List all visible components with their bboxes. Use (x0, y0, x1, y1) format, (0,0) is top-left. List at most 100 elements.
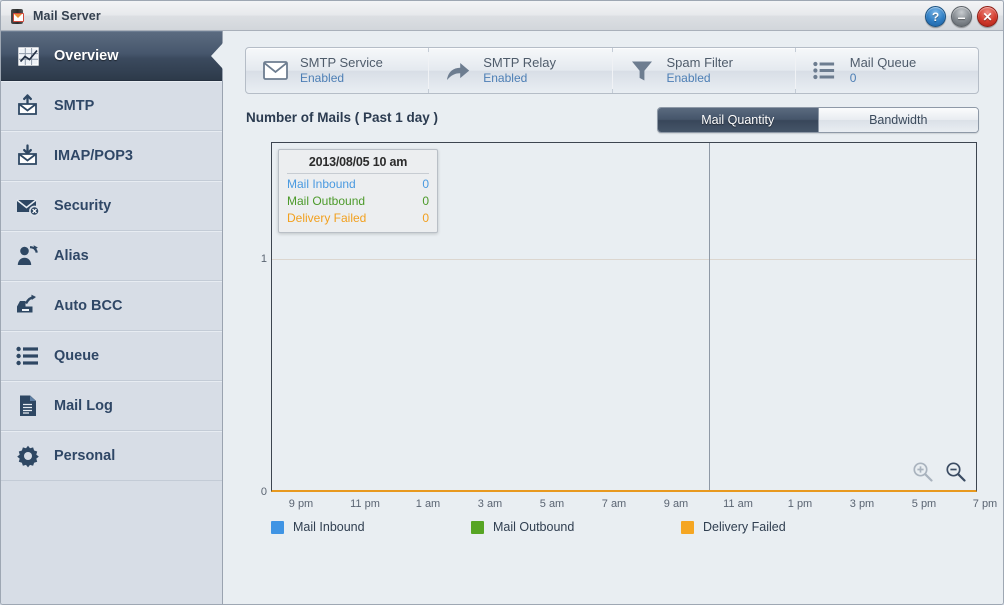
document-icon (15, 393, 41, 419)
sidebar-item-label: Mail Log (54, 397, 113, 414)
status-value: 0 (849, 70, 857, 85)
window-controls: ? – ✕ (925, 6, 998, 27)
sidebar-item-mail-log[interactable]: Mail Log (1, 381, 222, 431)
sidebar-item-alias[interactable]: Alias (1, 231, 222, 281)
x-tick-label: 11 pm (350, 498, 380, 510)
help-icon: ? (931, 9, 940, 24)
tooltip-label: Mail Inbound (287, 177, 356, 191)
close-icon: ✕ (982, 9, 993, 24)
user-forward-icon (15, 243, 41, 269)
legend-label: Delivery Failed (703, 520, 786, 534)
x-tick-label: 7 am (601, 498, 627, 510)
status-cell-mail-queue[interactable]: Mail Queue 0 (796, 48, 978, 93)
status-title: SMTP Service (300, 54, 383, 70)
sidebar-item-label: Auto BCC (54, 297, 123, 314)
legend-swatch (681, 520, 694, 534)
sidebar-item-imap-pop3[interactable]: IMAP/POP3 (1, 131, 222, 181)
x-tick-label: 5 pm (911, 498, 937, 510)
mail-blocked-icon (15, 193, 41, 219)
window-title-group: Mail Server (9, 1, 101, 31)
x-tick-label: 5 am (539, 498, 565, 510)
sidebar-item-label: Overview (54, 47, 119, 64)
x-tick-label: 7 pm (972, 498, 998, 510)
funnel-icon (629, 58, 655, 84)
tooltip-value: 0 (422, 177, 429, 191)
inbox-arrow-icon (15, 293, 41, 319)
chart-tooltip: 2013/08/05 10 am Mail Inbound 0 Mail Out… (278, 149, 438, 233)
window-title: Mail Server (33, 9, 101, 23)
tooltip-value: 0 (422, 211, 429, 225)
tooltip-row: Delivery Failed 0 (287, 211, 429, 225)
x-tick-label: 11 am (723, 498, 753, 510)
sidebar-item-label: Security (54, 197, 112, 214)
minimize-icon: – (957, 8, 966, 25)
x-tick-label: 3 am (477, 498, 503, 510)
chart-title: Number of Mails ( Past 1 day ) (246, 110, 439, 125)
tooltip-label: Delivery Failed (287, 211, 367, 225)
zoom-out-icon[interactable] (945, 461, 966, 482)
help-button[interactable]: ? (925, 6, 946, 27)
legend-item[interactable]: Mail Inbound (271, 520, 471, 534)
status-title: Spam Filter (666, 54, 733, 70)
chart-vertical-marker (709, 143, 710, 490)
chart-header: Number of Mails ( Past 1 day ) Mail Quan… (245, 107, 979, 133)
status-cell-smtp-service[interactable]: SMTP Service Enabled (246, 48, 430, 93)
y-tick-label: 0 (260, 486, 267, 498)
y-axis: 1 0 (245, 142, 267, 498)
tab-bandwidth[interactable]: Bandwidth (817, 108, 978, 132)
sidebar-item-label: Alias (54, 247, 89, 264)
x-tick-label: 9 am (663, 498, 689, 510)
sidebar-item-smtp[interactable]: SMTP (1, 81, 222, 131)
legend-item[interactable]: Mail Outbound (471, 520, 681, 534)
tooltip-value: 0 (422, 194, 429, 208)
zoom-in-icon[interactable] (912, 461, 933, 482)
sidebar-item-label: Personal (54, 447, 116, 464)
chart-mode-toggle: Mail Quantity Bandwidth (657, 107, 979, 133)
sidebar-item-personal[interactable]: Personal (1, 431, 222, 481)
status-value: Enabled (483, 70, 528, 85)
chart-zoom-controls (912, 461, 966, 482)
mail-upload-icon (15, 93, 41, 119)
tab-mail-quantity[interactable]: Mail Quantity (658, 108, 818, 132)
x-tick-label: 9 pm (288, 498, 314, 510)
status-value: Enabled (300, 70, 345, 85)
sidebar-item-label: SMTP (54, 97, 95, 114)
tooltip-date: 2013/08/05 10 am (287, 155, 429, 174)
sidebar-item-overview[interactable]: Overview (1, 31, 222, 81)
tooltip-row: Mail Inbound 0 (287, 177, 429, 191)
status-value: Enabled (666, 70, 711, 85)
chart-plot-wrapper: 1 0 2013/08/05 10 am Mail Inbound 0 Mail… (245, 142, 997, 534)
legend-label: Mail Inbound (293, 520, 365, 534)
status-cell-spam-filter[interactable]: Spam Filter Enabled (613, 48, 797, 93)
legend-item[interactable]: Delivery Failed (681, 520, 786, 534)
close-button[interactable]: ✕ (977, 6, 998, 27)
status-title: Mail Queue (849, 54, 917, 70)
envelope-icon (262, 58, 288, 84)
chart-legend: Mail Inbound Mail Outbound Delivery Fail… (271, 520, 786, 534)
window-titlebar: Mail Server ? – ✕ (1, 1, 1003, 31)
tooltip-row: Mail Outbound 0 (287, 194, 429, 208)
mail-download-icon (15, 143, 41, 169)
x-tick-label: 3 pm (849, 498, 875, 510)
sidebar-item-security[interactable]: Security (1, 181, 222, 231)
gear-icon (15, 443, 41, 469)
mail-server-icon (9, 8, 26, 25)
chart-plot-area[interactable]: 2013/08/05 10 am Mail Inbound 0 Mail Out… (271, 142, 977, 492)
x-tick-label: 1 am (415, 498, 441, 510)
list-bullet-icon (812, 58, 838, 84)
sidebar: Overview SMTP IMAP/POP3 Security Alias A… (1, 31, 223, 604)
legend-swatch (471, 520, 484, 534)
tooltip-label: Mail Outbound (287, 194, 366, 208)
sidebar-item-queue[interactable]: Queue (1, 331, 222, 381)
status-cell-smtp-relay[interactable]: SMTP Relay Enabled (429, 48, 613, 93)
x-tick-label: 1 pm (787, 498, 813, 510)
sidebar-item-label: IMAP/POP3 (54, 147, 133, 164)
sidebar-item-auto-bcc[interactable]: Auto BCC (1, 281, 222, 331)
y-tick-label: 1 (260, 253, 267, 265)
sidebar-item-label: Queue (54, 347, 100, 364)
service-status-strip: SMTP Service Enabled SMTP Relay Enabled (245, 47, 979, 94)
list-bullet-icon (15, 343, 41, 369)
minimize-button[interactable]: – (951, 6, 972, 27)
chart-grid-icon (15, 43, 41, 69)
legend-label: Mail Outbound (493, 520, 575, 534)
